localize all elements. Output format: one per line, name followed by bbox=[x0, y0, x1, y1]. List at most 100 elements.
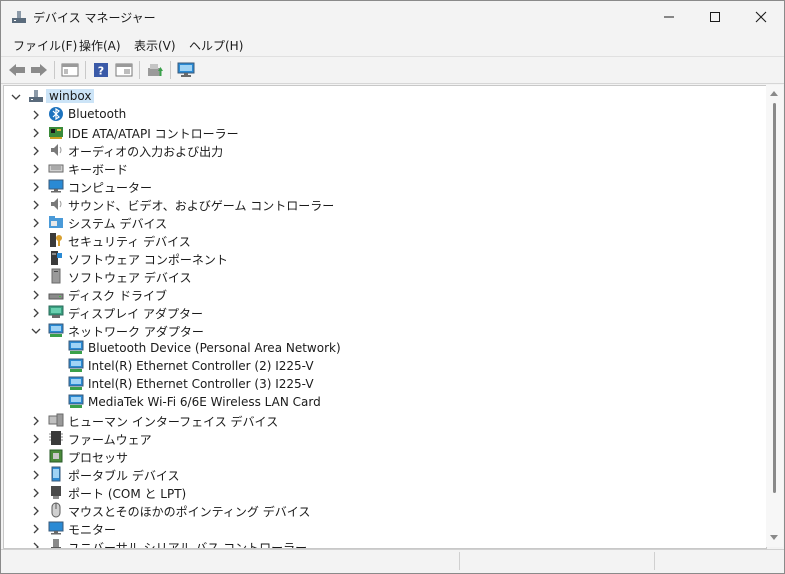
tree-item-label: プロセッサ bbox=[68, 451, 129, 465]
chevron-right-icon[interactable] bbox=[31, 145, 41, 156]
device-tree[interactable]: winbox Bluetooth IDE ATA/ATAPI コントローラー オーデ… bbox=[3, 85, 767, 549]
properties-pane-icon[interactable] bbox=[60, 60, 80, 80]
chevron-right-icon[interactable] bbox=[31, 235, 41, 246]
tree-item-label: ユニバーサル シリアル バス コントローラー bbox=[68, 541, 308, 549]
tree-item-label: コンピューター bbox=[68, 181, 153, 195]
category-network-adapter-12[interactable]: ネットワーク アダプター bbox=[4, 321, 764, 339]
category-disk-drive-10[interactable]: ディスク ドライブ bbox=[4, 285, 764, 303]
chevron-right-icon[interactable] bbox=[31, 217, 41, 228]
chevron-right-icon[interactable] bbox=[31, 307, 41, 318]
update-driver-icon[interactable] bbox=[145, 60, 165, 80]
category-hid-13[interactable]: ヒューマン インターフェイス デバイス bbox=[4, 411, 764, 429]
chevron-right-icon[interactable] bbox=[31, 271, 41, 282]
category-port-17[interactable]: ポート (COM と LPT) bbox=[4, 483, 764, 501]
scroll-down-icon[interactable] bbox=[770, 535, 778, 540]
category-system-folder-6[interactable]: システム デバイス bbox=[4, 213, 764, 231]
category-speaker-5[interactable]: サウンド、ビデオ、およびゲーム コントローラー bbox=[4, 195, 764, 213]
keyboard-icon bbox=[48, 160, 64, 176]
scroll-up-icon[interactable] bbox=[770, 91, 778, 96]
tree-item-label: ヒューマン インターフェイス デバイス bbox=[68, 415, 279, 429]
tree-item-label: ディスク ドライブ bbox=[68, 289, 167, 303]
help-icon[interactable]: ? bbox=[91, 60, 111, 80]
back-icon[interactable] bbox=[7, 60, 27, 80]
close-button[interactable] bbox=[738, 1, 784, 33]
tree-item-label: IDE ATA/ATAPI コントローラー bbox=[68, 127, 239, 141]
title-bar[interactable]: デバイス マネージャー bbox=[1, 1, 784, 33]
tree-item-label: ネットワーク アダプター bbox=[68, 325, 204, 339]
device-bluetooth-device-personal-area-network[interactable]: Bluetooth Device (Personal Area Network) bbox=[4, 339, 764, 357]
tree-item-label: システム デバイス bbox=[68, 217, 168, 231]
chevron-right-icon[interactable] bbox=[31, 469, 41, 480]
chevron-right-icon[interactable] bbox=[31, 487, 41, 498]
scroll-thumb[interactable] bbox=[773, 103, 776, 493]
status-pane-secondary bbox=[460, 552, 655, 570]
category-software-component-8[interactable]: ソフトウェア コンポーネント bbox=[4, 249, 764, 267]
menu-view[interactable]: 表示(V) bbox=[134, 37, 176, 54]
forward-icon[interactable] bbox=[29, 60, 49, 80]
tree-item-label: MediaTek Wi-Fi 6/6E Wireless LAN Card bbox=[88, 395, 321, 409]
port-icon bbox=[48, 484, 64, 500]
tree-item-label: Intel(R) Ethernet Controller (3) I225-V bbox=[88, 377, 314, 391]
software-component-icon bbox=[48, 250, 64, 266]
disk-drive-icon bbox=[48, 286, 64, 302]
monitor-icon bbox=[48, 178, 64, 194]
category-portable-device-16[interactable]: ポータブル デバイス bbox=[4, 465, 764, 483]
view-icon[interactable] bbox=[114, 60, 134, 80]
device-intel-r-ethernet-controller-3-i225-v[interactable]: Intel(R) Ethernet Controller (3) I225-V bbox=[4, 375, 764, 393]
chevron-right-icon[interactable] bbox=[31, 415, 41, 426]
chevron-right-icon[interactable] bbox=[31, 199, 41, 210]
tree-item-label: Intel(R) Ethernet Controller (2) I225-V bbox=[88, 359, 314, 373]
chevron-right-icon[interactable] bbox=[31, 523, 41, 534]
chevron-right-icon[interactable] bbox=[31, 127, 41, 138]
chevron-right-icon[interactable] bbox=[31, 433, 41, 444]
chevron-right-icon[interactable] bbox=[31, 109, 41, 120]
tree-item-label: モニター bbox=[68, 523, 117, 537]
menu-bar: ファイル(F) 操作(A) 表示(V) ヘルプ(H) bbox=[1, 33, 784, 55]
display-adapter-icon bbox=[48, 304, 64, 320]
menu-file[interactable]: ファイル(F) bbox=[13, 37, 77, 54]
category-software-device-9[interactable]: ソフトウェア デバイス bbox=[4, 267, 764, 285]
category-firmware-14[interactable]: ファームウェア bbox=[4, 429, 764, 447]
category-bluetooth-0[interactable]: Bluetooth bbox=[4, 105, 764, 123]
minimize-button[interactable] bbox=[646, 1, 692, 33]
device-mediatek-wi-fi-6-6e-wireless-lan-card[interactable]: MediaTek Wi-Fi 6/6E Wireless LAN Card bbox=[4, 393, 764, 411]
chevron-right-icon[interactable] bbox=[31, 505, 41, 516]
tree-item-label: ディスプレイ アダプター bbox=[68, 307, 203, 321]
ide-controller-icon bbox=[48, 124, 64, 140]
category-keyboard-3[interactable]: キーボード bbox=[4, 159, 764, 177]
chevron-right-icon[interactable] bbox=[31, 289, 41, 300]
chevron-right-icon[interactable] bbox=[31, 541, 41, 548]
category-ide-controller-1[interactable]: IDE ATA/ATAPI コントローラー bbox=[4, 123, 764, 141]
category-display-adapter-11[interactable]: ディスプレイ アダプター bbox=[4, 303, 764, 321]
chevron-down-icon[interactable] bbox=[11, 91, 21, 101]
category-monitor-4[interactable]: コンピューター bbox=[4, 177, 764, 195]
scan-hardware-icon[interactable] bbox=[176, 60, 196, 80]
toolbar-separator bbox=[170, 61, 171, 79]
toolbar-separator bbox=[139, 61, 140, 79]
menu-help[interactable]: ヘルプ(H) bbox=[189, 37, 243, 54]
category-speaker-2[interactable]: オーディオの入力および出力 bbox=[4, 141, 764, 159]
firmware-icon bbox=[48, 430, 64, 446]
menu-action[interactable]: 操作(A) bbox=[79, 37, 121, 54]
chevron-down-icon[interactable] bbox=[31, 325, 41, 335]
category-security-key-7[interactable]: セキュリティ デバイス bbox=[4, 231, 764, 249]
tree-root-label: winbox bbox=[46, 89, 95, 103]
category-monitor-19[interactable]: モニター bbox=[4, 519, 764, 537]
processor-icon bbox=[48, 448, 64, 464]
status-bar bbox=[1, 549, 784, 573]
vertical-scrollbar[interactable] bbox=[766, 85, 783, 547]
device-manager-window: デバイス マネージャー ファイル(F) 操作(A) 表示(V) ヘルプ(H) ? bbox=[0, 0, 785, 574]
category-mouse-18[interactable]: マウスとそのほかのポインティング デバイス bbox=[4, 501, 764, 519]
maximize-button[interactable] bbox=[692, 1, 738, 33]
category-processor-15[interactable]: プロセッサ bbox=[4, 447, 764, 465]
chevron-right-icon[interactable] bbox=[31, 253, 41, 264]
device-intel-r-ethernet-controller-2-i225-v[interactable]: Intel(R) Ethernet Controller (2) I225-V bbox=[4, 357, 764, 375]
tree-root[interactable]: winbox bbox=[4, 87, 764, 105]
device-manager-app-icon bbox=[11, 9, 27, 25]
chevron-right-icon[interactable] bbox=[31, 163, 41, 174]
tree-item-label: ポート (COM と LPT) bbox=[68, 487, 187, 501]
chevron-right-icon[interactable] bbox=[31, 451, 41, 462]
category-usb-20[interactable]: ユニバーサル シリアル バス コントローラー bbox=[4, 537, 764, 549]
system-folder-icon bbox=[48, 214, 64, 230]
chevron-right-icon[interactable] bbox=[31, 181, 41, 192]
